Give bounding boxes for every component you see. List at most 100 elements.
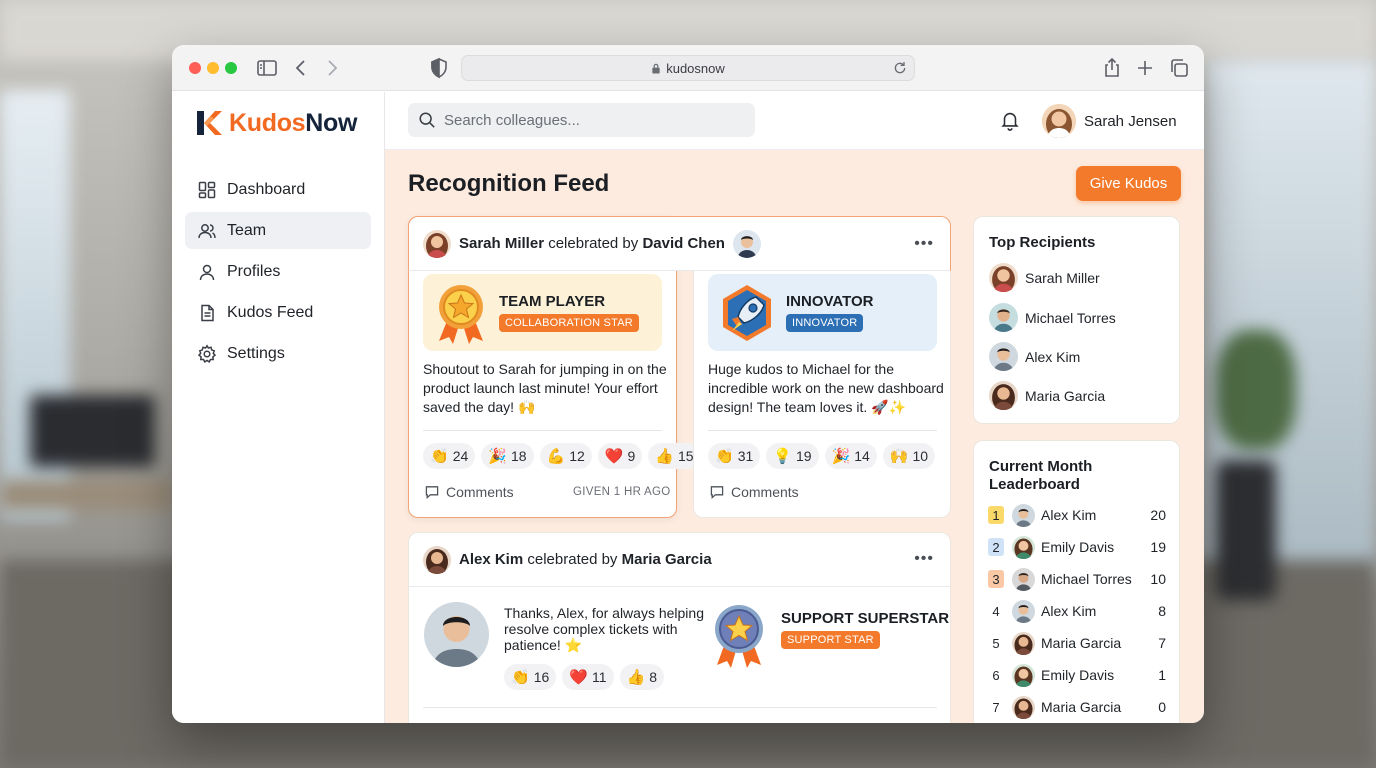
rank-badge: 7 bbox=[992, 699, 1000, 715]
leaderboard-row[interactable]: 2 Emily Davis 19 bbox=[988, 535, 1166, 559]
recipient-item[interactable]: Maria Garcia bbox=[989, 381, 1105, 410]
panel-title: Top Recipients bbox=[989, 234, 1096, 251]
user-menu[interactable]: Sarah Jensen bbox=[1042, 104, 1177, 138]
url-text: kudosnow bbox=[666, 60, 725, 76]
notifications-bell-icon[interactable] bbox=[999, 109, 1021, 131]
comments-link[interactable]: Comments bbox=[424, 484, 514, 500]
badge-pill: COLLABORATION STAR bbox=[499, 314, 639, 332]
user-name: Sarah Jensen bbox=[1084, 112, 1177, 130]
avatar bbox=[989, 381, 1018, 410]
kudosnow-logo-icon bbox=[197, 111, 222, 135]
minimize-window-button[interactable] bbox=[207, 62, 219, 74]
sidebar-toggle-icon[interactable] bbox=[255, 56, 279, 80]
lock-icon bbox=[652, 63, 660, 74]
reaction-button[interactable]: 💡 19 bbox=[766, 443, 819, 469]
leaderboard-row[interactable]: 7 Maria Garcia 0 bbox=[988, 695, 1166, 719]
recipient-item[interactable]: Sarah Miller bbox=[989, 263, 1100, 292]
reaction-button[interactable]: 💪 12 bbox=[539, 443, 592, 469]
badge-panel: TEAM PLAYER COLLABORATION STAR bbox=[423, 274, 662, 351]
comment-icon bbox=[710, 486, 724, 500]
reaction-button[interactable]: 🙌 10 bbox=[882, 443, 936, 469]
reaction-button[interactable]: 👏 16 bbox=[504, 664, 557, 690]
gold-medal-icon bbox=[439, 284, 483, 344]
reaction-button[interactable]: 👏 31 bbox=[708, 443, 761, 469]
sidebar-item-label: Profiles bbox=[227, 262, 281, 280]
given-timestamp: GIVEN 1 HR AGO bbox=[573, 486, 671, 498]
zoom-window-button[interactable] bbox=[225, 62, 237, 74]
badge-pill: SUPPORT STAR bbox=[781, 631, 880, 649]
comments-link[interactable]: Comments bbox=[709, 484, 799, 500]
give-kudos-button[interactable]: Give Kudos bbox=[1076, 166, 1181, 201]
card-header-text: Alex Kim celebrated by Maria Garcia bbox=[459, 551, 712, 568]
avatar bbox=[1012, 695, 1035, 719]
main-content: Sarah Jensen Recognition Feed Give Kudos… bbox=[385, 92, 1204, 723]
avatar bbox=[989, 342, 1018, 371]
tab-overview-icon[interactable] bbox=[1167, 56, 1191, 80]
badge-pill: INNOVATOR bbox=[786, 314, 864, 332]
rank-badge: 2 bbox=[988, 538, 1004, 556]
kudos-message: Shoutout to Sarah for jumping in on the … bbox=[423, 361, 667, 415]
reaction-button[interactable]: 👍 8 bbox=[619, 664, 664, 690]
recipient-item[interactable]: Michael Torres bbox=[989, 303, 1116, 332]
avatar bbox=[989, 263, 1018, 292]
avatar bbox=[1012, 567, 1035, 591]
kudos-card: Alex Kim celebrated by Maria Garcia ••• … bbox=[408, 532, 951, 723]
avatar bbox=[1012, 503, 1035, 527]
kudos-message: Thanks, Alex, for always helping resolve… bbox=[504, 605, 704, 653]
browser-titlebar: kudosnow bbox=[172, 45, 1204, 91]
card-header: Alex Kim celebrated by Maria Garcia ••• bbox=[409, 533, 950, 587]
forward-icon[interactable] bbox=[320, 56, 344, 80]
leaderboard-row[interactable]: 6 Emily Davis 1 bbox=[988, 663, 1166, 687]
badge-label-group: SUPPORT SUPERSTAR SUPPORT STAR bbox=[781, 610, 949, 649]
search-box[interactable] bbox=[408, 103, 755, 137]
close-window-button[interactable] bbox=[189, 62, 201, 74]
reaction-button[interactable]: 🎉 14 bbox=[824, 443, 877, 469]
rank-badge: 6 bbox=[992, 667, 1000, 683]
sidebar-item-kudos-feed[interactable]: Kudos Feed bbox=[185, 294, 371, 331]
comment-icon bbox=[425, 486, 439, 500]
recipient-photo bbox=[424, 602, 489, 667]
share-icon[interactable] bbox=[1100, 56, 1124, 80]
brand-logo[interactable]: KudosNow bbox=[172, 108, 384, 138]
new-tab-icon[interactable] bbox=[1133, 56, 1157, 80]
avatar bbox=[732, 229, 761, 258]
avatar bbox=[1042, 104, 1076, 138]
privacy-shield-icon[interactable] bbox=[427, 56, 451, 80]
reaction-button[interactable]: ❤️ 9 bbox=[597, 443, 643, 469]
rank-badge: 5 bbox=[992, 635, 1000, 651]
users-icon bbox=[197, 221, 217, 241]
back-icon[interactable] bbox=[289, 56, 313, 80]
avatar bbox=[1012, 599, 1035, 623]
badge-title: SUPPORT SUPERSTAR bbox=[781, 610, 950, 627]
recipient-item[interactable]: Alex Kim bbox=[989, 342, 1080, 371]
more-options-icon[interactable]: ••• bbox=[914, 551, 934, 567]
sidebar-item-dashboard[interactable]: Dashboard bbox=[185, 171, 371, 208]
reload-icon[interactable] bbox=[892, 60, 908, 76]
card-header-text: Sarah Miller celebrated by David Chen bbox=[459, 235, 725, 252]
reaction-button[interactable]: 👏 24 bbox=[423, 443, 476, 469]
avatar bbox=[423, 229, 451, 258]
sidebar-item-profiles[interactable]: Profiles bbox=[185, 253, 371, 290]
address-bar[interactable]: kudosnow bbox=[461, 55, 915, 81]
sidebar: KudosNow Dashboard Team Profiles Kudos F… bbox=[172, 92, 385, 723]
leaderboard-row[interactable]: 3 Michael Torres 10 bbox=[988, 567, 1166, 591]
leaderboard-row[interactable]: 1 Alex Kim 20 bbox=[988, 503, 1166, 527]
sidebar-item-label: Team bbox=[227, 221, 267, 239]
sidebar-item-label: Dashboard bbox=[227, 180, 306, 198]
leaderboard-row[interactable]: 4 Alex Kim 8 bbox=[988, 599, 1166, 623]
sidebar-item-team[interactable]: Team bbox=[185, 212, 371, 249]
browser-window: kudosnow KudosNow Dashboard Team Profile… bbox=[172, 45, 1204, 723]
user-icon bbox=[197, 262, 217, 282]
sidebar-item-settings[interactable]: Settings bbox=[185, 335, 371, 372]
reaction-button[interactable]: ❤️ 11 bbox=[562, 664, 614, 690]
search-input[interactable] bbox=[444, 111, 734, 129]
reaction-bar: 👏 16 ❤️ 11 👍 8 bbox=[504, 664, 664, 690]
grid-icon bbox=[197, 180, 217, 200]
avatar bbox=[1012, 663, 1035, 687]
avatar bbox=[989, 303, 1018, 332]
leaderboard-row[interactable]: 5 Maria Garcia 7 bbox=[988, 631, 1166, 655]
more-options-icon[interactable]: ••• bbox=[914, 236, 934, 252]
reaction-bar: 👏 24 🎉 18 💪 12 ❤️ 9 👍 15 bbox=[423, 443, 701, 469]
reaction-button[interactable]: 🎉 18 bbox=[481, 443, 534, 469]
search-icon bbox=[419, 112, 435, 128]
